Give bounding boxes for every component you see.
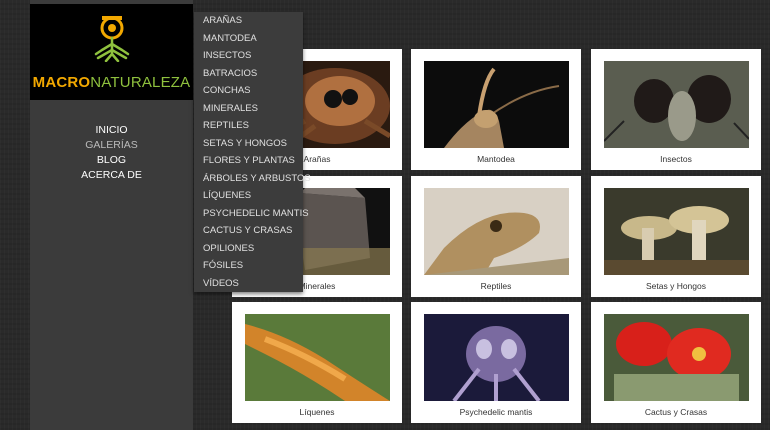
gallery-card-insectos[interactable]: Insectos (591, 49, 761, 170)
gallery-caption: Psychedelic mantis (459, 407, 533, 417)
gallery-card-psychedelic-mantis[interactable]: Psychedelic mantis (411, 302, 581, 423)
gallery-image-cactus-y-crasas (604, 314, 749, 401)
gallery-caption: Setas y Hongos (645, 281, 706, 291)
menu-item-flores-y-plantas[interactable]: FLORES Y PLANTAS (203, 152, 295, 169)
gallery-card-cactus-y-crasas[interactable]: Cactus y Crasas (591, 302, 761, 423)
logo-wordmark: MACRONATURALEZA (30, 74, 193, 91)
gallery-image-psychedelic-mantis (424, 314, 569, 401)
logo-text-naturaleza: NATURALEZA (90, 74, 191, 91)
sidebar: MACRONATURALEZA INICIO GALERÍAS BLOG ACE… (30, 0, 193, 430)
menu-item-conchas[interactable]: CONCHAS (203, 82, 251, 99)
nav-item-galerias[interactable]: GALERÍAS (30, 138, 193, 153)
gallery-caption: Cactus y Crasas (644, 407, 708, 417)
menu-item-arboles-y-arbustos[interactable]: ÁRBOLES Y ARBUSTOS (203, 170, 311, 187)
nav-item-acerca-de[interactable]: ACERCA DE (30, 168, 193, 183)
gallery-image-liquenes (245, 314, 390, 401)
gallery-image-reptiles (424, 188, 569, 275)
gallery-caption: Insectos (660, 154, 692, 164)
nav-item-blog[interactable]: BLOG (30, 153, 193, 168)
gallery-caption: Mantodea (477, 154, 515, 164)
menu-item-insectos[interactable]: INSECTOS (203, 47, 251, 64)
menu-item-batracios[interactable]: BATRACIOS (203, 65, 257, 82)
nav-item-inicio[interactable]: INICIO (30, 123, 193, 138)
logo-text-macro: MACRO (32, 74, 91, 91)
camera-tree-logo-icon (94, 16, 130, 62)
menu-item-cactus-y-crasas[interactable]: CACTUS Y CRASAS (203, 222, 292, 239)
gallery-image-setas-y-hongos (604, 188, 749, 275)
gallery-caption: Reptiles (480, 281, 512, 291)
menu-item-reptiles[interactable]: REPTILES (203, 117, 249, 134)
menu-item-liquenes[interactable]: LÍQUENES (203, 187, 251, 204)
gallery-card-liquenes[interactable]: Líquenes (232, 302, 402, 423)
site-logo[interactable]: MACRONATURALEZA (30, 4, 193, 100)
gallery-image-mantodea (424, 61, 569, 148)
menu-item-fosiles[interactable]: FÓSILES (203, 257, 243, 274)
menu-item-psychedelic-mantis[interactable]: PSYCHEDELIC MANTIS (203, 205, 309, 222)
gallery-card-mantodea[interactable]: Mantodea (411, 49, 581, 170)
gallery-image-insectos (604, 61, 749, 148)
menu-item-minerales[interactable]: MINERALES (203, 100, 258, 117)
menu-item-opiliones[interactable]: OPILIONES (203, 240, 254, 257)
menu-item-setas-y-hongos[interactable]: SETAS Y HONGOS (203, 135, 287, 152)
main-nav: INICIO GALERÍAS BLOG ACERCA DE (30, 123, 193, 183)
gallery-card-setas-y-hongos[interactable]: Setas y Hongos (591, 176, 761, 297)
menu-item-aranas[interactable]: ARAÑAS (203, 12, 242, 29)
galerias-dropdown-menu: ARAÑAS MANTODEA INSECTOS BATRACIOS CONCH… (194, 12, 311, 292)
gallery-card-reptiles[interactable]: Reptiles (411, 176, 581, 297)
menu-item-videos[interactable]: VÍDEOS (203, 275, 239, 292)
gallery-caption: Líquenes (299, 407, 335, 417)
menu-item-mantodea[interactable]: MANTODEA (203, 30, 257, 47)
